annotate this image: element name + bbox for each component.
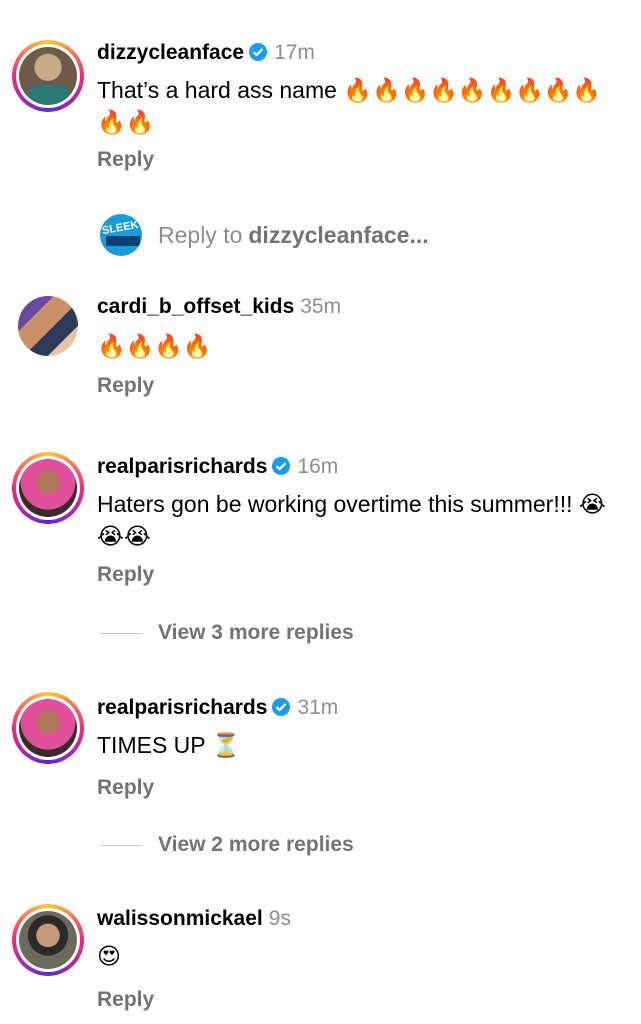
username[interactable]: cardi_b_offset_kids [97,295,294,318]
timestamp: 16m [297,455,339,478]
verified-badge-icon [271,456,291,483]
avatar [19,459,77,517]
avatar-story-ring[interactable] [12,40,84,112]
view-more-label: View 3 more replies [158,621,354,644]
reply-button[interactable]: Reply [97,776,154,800]
timestamp: 35m [300,295,342,318]
comment-text: Haters gon be working overtime this summ… [97,491,606,549]
avatar-story-ring[interactable] [12,452,84,524]
avatar [18,296,78,356]
reply-button[interactable]: Reply [97,374,154,398]
reply-to-username: dizzycleanface... [248,221,429,248]
divider [100,844,142,846]
reply-to-label: Reply to [158,221,243,248]
timestamp: 31m [297,696,339,719]
verified-badge-icon [271,697,291,724]
avatar [19,47,77,105]
avatar: SLEEK [100,214,142,256]
reply-button[interactable]: Reply [97,148,154,172]
comment-text: 🔥🔥🔥🔥 [97,333,212,359]
reply-to-bar[interactable]: SLEEK Reply to dizzycleanface... [100,214,429,256]
verified-badge-icon [248,42,268,69]
comment-text: That’s a hard ass name 🔥🔥🔥🔥🔥🔥🔥🔥🔥🔥🔥 [97,77,602,135]
divider [100,632,142,634]
view-more-label: View 2 more replies [158,833,354,856]
comment-text: TIMES UP ⏳ [97,732,241,758]
view-more-replies-button[interactable]: View 3 more replies [100,621,354,645]
avatar [19,699,77,757]
view-more-replies-button[interactable]: View 2 more replies [100,833,354,857]
username[interactable]: realparisrichards [97,455,267,478]
comment-text: 😍 [97,943,121,969]
username[interactable]: dizzycleanface [97,41,244,64]
timestamp: 17m [274,41,315,64]
username[interactable]: realparisrichards [97,696,267,719]
avatar-story-ring[interactable] [12,692,84,764]
avatar-story-ring[interactable] [12,904,84,976]
avatar-story-ring[interactable] [12,290,84,362]
reply-button[interactable]: Reply [97,988,154,1012]
username[interactable]: walissonmickael [97,907,263,930]
timestamp: 9s [268,907,291,930]
reply-button[interactable]: Reply [97,563,154,587]
avatar [19,911,77,969]
